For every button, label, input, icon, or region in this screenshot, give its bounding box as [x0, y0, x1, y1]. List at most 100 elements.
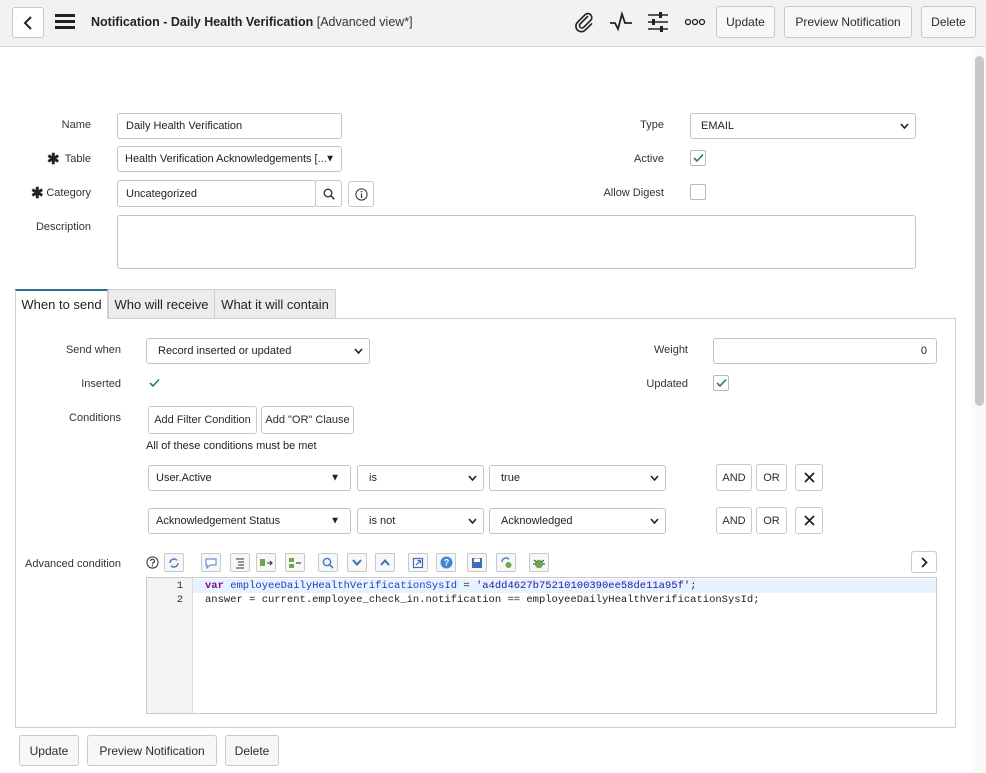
condition-field-value: Acknowledgement Status	[156, 515, 281, 527]
chevron-right-icon	[920, 556, 928, 568]
allow-digest-checkbox[interactable]	[690, 184, 706, 200]
format-code-button[interactable]	[230, 553, 250, 572]
tab-who-will-receive[interactable]: Who will receive	[108, 289, 215, 319]
toggle-syntax-highlighting-button[interactable]	[164, 553, 184, 572]
name-label: Name	[61, 119, 91, 131]
weight-label: Weight	[653, 344, 688, 356]
open-in-window-button[interactable]	[408, 553, 428, 572]
insert-comment-button[interactable]	[201, 553, 221, 572]
condition-operator-value: is	[369, 472, 377, 484]
refresh-icon	[169, 557, 179, 568]
condition-and-button[interactable]: AND	[716, 507, 752, 534]
menu-icon[interactable]	[55, 14, 75, 30]
condition-value: Acknowledged	[501, 515, 573, 527]
chevron-down-icon	[354, 348, 363, 354]
checkmark-icon	[693, 153, 704, 163]
condition-and-button[interactable]: AND	[716, 464, 752, 491]
search-button[interactable]	[318, 553, 338, 572]
send-when-value: Record inserted or updated	[158, 345, 292, 357]
code-keyword: var	[205, 580, 224, 592]
table-select[interactable]: Health Verification Acknowledgements [..…	[117, 146, 342, 172]
condition-field-select[interactable]: User.Active ▼	[148, 465, 351, 491]
update-button-top[interactable]: Update	[716, 6, 775, 38]
condition-field-select[interactable]: Acknowledgement Status ▼	[148, 508, 351, 534]
checkmark-icon	[149, 378, 160, 388]
caret-down-icon: ▼	[330, 515, 340, 527]
close-icon	[803, 472, 815, 483]
condition-value: true	[501, 472, 520, 484]
paperclip-icon[interactable]	[573, 11, 595, 33]
add-filter-condition-button[interactable]: Add Filter Condition	[148, 406, 257, 434]
syntax-check-button[interactable]	[529, 553, 549, 572]
condition-operator-value: is not	[369, 515, 396, 527]
condition-delete-button[interactable]	[795, 507, 823, 534]
replace-icon	[260, 558, 273, 566]
settings-sliders-icon[interactable]	[647, 11, 669, 33]
save-button[interactable]	[467, 553, 487, 572]
line-number: 1	[176, 580, 183, 592]
svg-text:?: ?	[443, 558, 449, 568]
chevron-down-icon	[650, 475, 659, 481]
code-operator: =	[457, 580, 476, 592]
more-options-icon[interactable]	[684, 18, 706, 26]
delete-button-top[interactable]: Delete	[921, 6, 976, 38]
table-label: Table	[64, 153, 91, 165]
weight-field[interactable]: 0	[713, 338, 937, 364]
line-number: 2	[176, 594, 183, 606]
update-button-bottom[interactable]: Update	[19, 735, 79, 766]
replace-all-icon	[289, 557, 301, 568]
search-icon	[322, 557, 334, 569]
condition-operator-select[interactable]: is not	[357, 508, 484, 534]
scrollbar-thumb[interactable]	[975, 56, 984, 406]
condition-operator-select[interactable]: is	[357, 465, 484, 491]
send-when-label: Send when	[65, 344, 121, 356]
find-next-button[interactable]	[347, 553, 367, 572]
replace-all-button[interactable]	[285, 553, 305, 572]
condition-value-select[interactable]: true	[489, 465, 666, 491]
back-button[interactable]	[12, 7, 44, 38]
preview-notification-button-top[interactable]: Preview Notification	[784, 6, 912, 38]
expand-toolbar-button[interactable]	[911, 551, 937, 573]
active-checkbox[interactable]	[690, 150, 706, 166]
description-field[interactable]	[117, 215, 916, 269]
save-icon	[472, 557, 482, 568]
condition-or-button[interactable]: OR	[756, 464, 787, 491]
script-debugger-button[interactable]	[496, 553, 516, 572]
code-line: answer = current.employee_check_in.notif…	[205, 594, 760, 606]
inserted-checkbox[interactable]	[146, 375, 162, 391]
description-label: Description	[35, 221, 91, 233]
category-field[interactable]: Uncategorized	[117, 180, 316, 207]
name-field[interactable]: Daily Health Verification	[117, 113, 342, 139]
find-previous-button[interactable]	[375, 553, 395, 572]
condition-value-select[interactable]: Acknowledged	[489, 508, 666, 534]
external-link-icon	[412, 557, 424, 568]
form-header: Notification - Daily Health Verification…	[0, 0, 986, 47]
script-help-button[interactable]: ?	[436, 553, 456, 572]
updated-checkbox[interactable]	[713, 375, 729, 391]
category-label: Category	[46, 187, 91, 199]
category-search-button[interactable]	[315, 180, 342, 207]
inserted-label: Inserted	[81, 378, 121, 390]
comment-icon	[205, 558, 217, 569]
category-info-button[interactable]	[348, 181, 374, 207]
send-when-select[interactable]: Record inserted or updated	[146, 338, 370, 364]
delete-button-bottom[interactable]: Delete	[225, 735, 279, 766]
tab-what-it-will-contain[interactable]: What it will contain	[214, 289, 336, 319]
chevron-down-icon	[900, 123, 909, 129]
search-icon	[323, 188, 335, 200]
condition-or-button[interactable]: OR	[756, 507, 787, 534]
updated-label: Updated	[646, 378, 688, 390]
preview-notification-button-bottom[interactable]: Preview Notification	[87, 735, 217, 766]
help-icon[interactable]	[146, 556, 159, 569]
code-variable: employeeDailyHealthVerificationSysId	[223, 580, 458, 592]
condition-delete-button[interactable]	[795, 464, 823, 491]
replace-button[interactable]	[256, 553, 276, 572]
add-or-clause-button[interactable]: Add "OR" Clause	[261, 406, 354, 434]
activity-icon[interactable]	[609, 11, 633, 33]
active-tab-connector	[16, 317, 107, 319]
page-title: Notification - Daily Health Verification…	[91, 15, 413, 29]
tab-when-to-send[interactable]: When to send	[15, 289, 108, 319]
weight-value: 0	[920, 345, 927, 357]
type-select[interactable]: EMAIL	[690, 113, 916, 139]
checkmark-icon	[716, 378, 727, 388]
